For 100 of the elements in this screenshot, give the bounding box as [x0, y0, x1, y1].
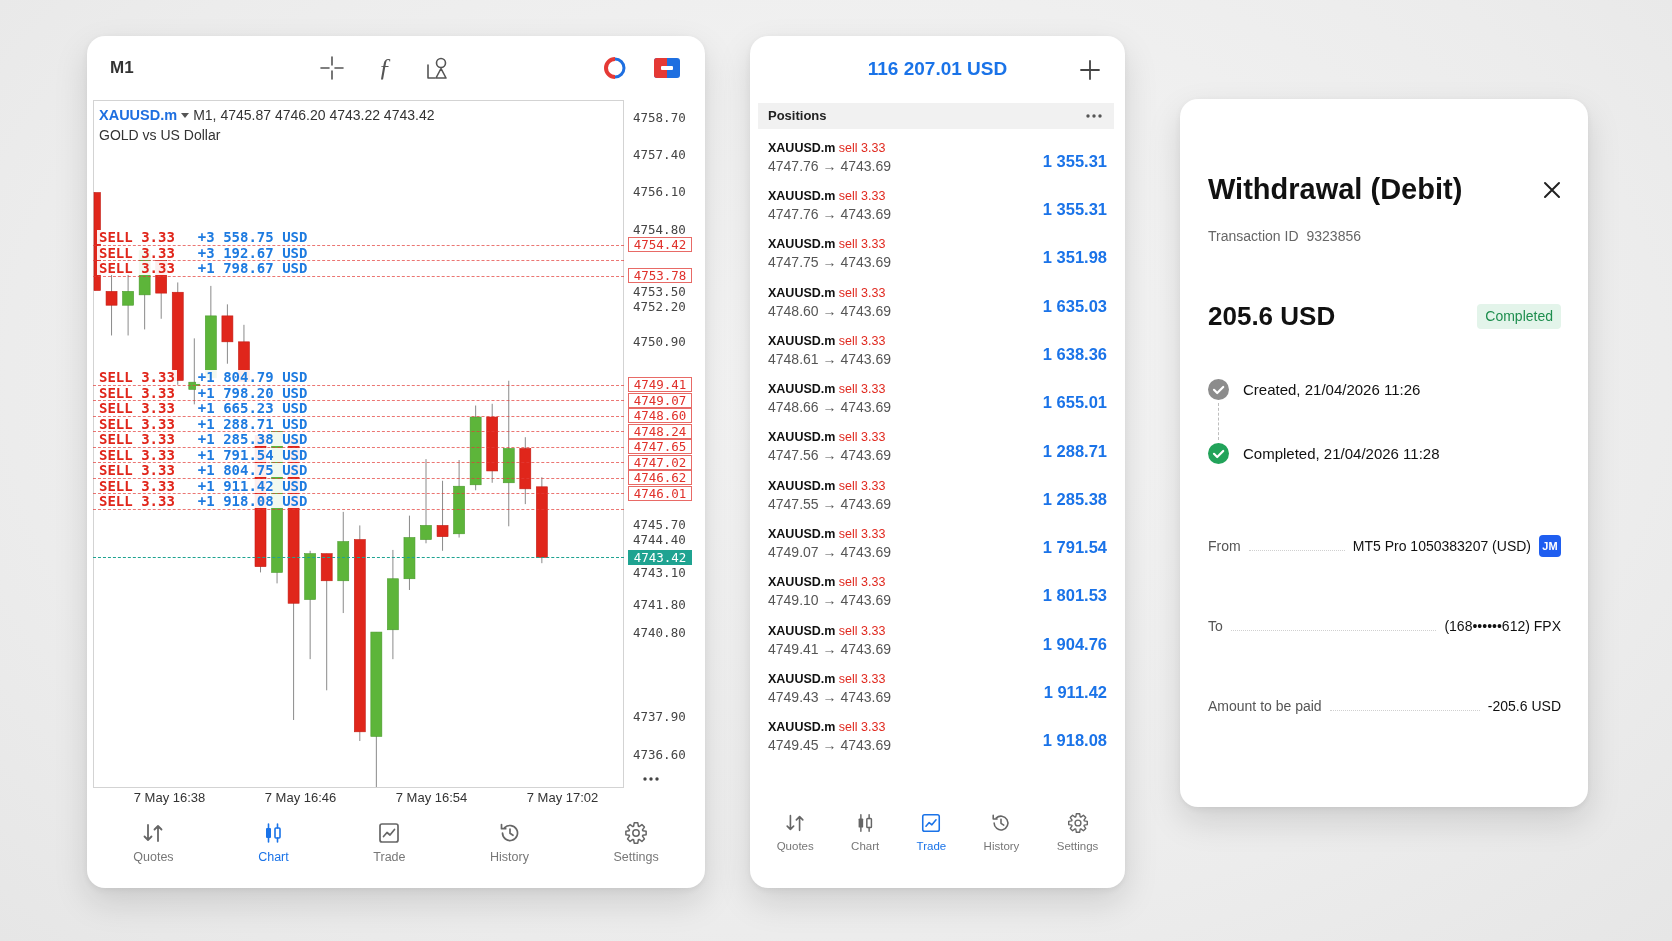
- profit-label: +1 804.79 USD: [195, 370, 310, 385]
- time-axis-label: 7 May 16:54: [395, 789, 468, 807]
- detail-value: MT5 Pro 1050383207 (USD): [1352, 537, 1531, 555]
- shapes-icon[interactable]: [425, 56, 450, 80]
- current-price-tag: 4743.42: [628, 549, 692, 565]
- position-title[interactable]: XAUUSD.m sell 3.33: [768, 428, 891, 447]
- caret-icon[interactable]: [181, 112, 190, 118]
- profit-label: +1 288.71 USD: [195, 416, 310, 431]
- position-profit: 1 655.01: [1042, 392, 1107, 414]
- transaction-id: 9323856: [1306, 227, 1362, 245]
- profit-label: +1 804.75 USD: [195, 463, 310, 478]
- profit-label: +1 911.42 USD: [195, 478, 310, 493]
- plus-icon[interactable]: [1080, 59, 1100, 80]
- position-title[interactable]: XAUUSD.m sell 3.33: [768, 525, 891, 543]
- position-prices: 4748.66 → 4743.69: [768, 398, 891, 418]
- position-profit: 1 918.08: [1042, 730, 1107, 752]
- order-label: SELL 3.33: [97, 447, 177, 462]
- nav-tab[interactable]: Settings: [1056, 812, 1099, 853]
- order-label: SELL 3.33: [97, 385, 177, 400]
- balance-label: 116 207.01 USD: [867, 57, 1008, 82]
- position-title[interactable]: XAUUSD.m sell 3.33: [768, 718, 891, 737]
- order-price-tag: 4754.42: [628, 237, 692, 253]
- position-title[interactable]: XAUUSD.m sell 3.33: [768, 138, 891, 157]
- nav-tab[interactable]: Trade: [916, 812, 947, 853]
- timeline-text: Completed, 21/04/2026 11:28: [1243, 444, 1440, 464]
- position-title[interactable]: XAUUSD.m sell 3.33: [768, 331, 891, 350]
- position-profit: 1 351.98: [1042, 247, 1107, 269]
- profit-label: +1 285.38 USD: [195, 432, 310, 447]
- ring-icon[interactable]: [603, 56, 627, 80]
- nav-tab[interactable]: Quotes: [133, 821, 174, 864]
- price-axis-label: 4736.60: [633, 746, 686, 762]
- price-axis-label: 4752.20: [633, 299, 686, 315]
- order-label: SELL 3.33: [97, 261, 177, 276]
- order-price-tag: 4746.62: [628, 470, 692, 486]
- price-axis-label: 4757.40: [633, 146, 686, 162]
- position-title[interactable]: XAUUSD.m sell 3.33: [768, 186, 891, 205]
- symbol-label[interactable]: XAUUSD.m: [99, 106, 178, 124]
- nav-tab[interactable]: Quotes: [776, 812, 814, 853]
- price-axis-label: 4750.90: [633, 334, 686, 350]
- tile-icon[interactable]: [654, 58, 680, 78]
- position-prices: 4747.75 → 4743.69: [768, 253, 891, 273]
- position-profit: 1 791.54: [1042, 537, 1107, 559]
- profit-label: +1 665.23 USD: [195, 401, 310, 416]
- arrows-icon: [784, 812, 807, 834]
- position-title[interactable]: XAUUSD.m sell 3.33: [768, 621, 891, 640]
- position-prices: 4749.45 → 4743.69: [768, 736, 891, 756]
- position-prices: 4749.07 → 4743.69: [768, 543, 891, 562]
- position-prices: 4749.41 → 4743.69: [768, 639, 891, 659]
- position-title[interactable]: XAUUSD.m sell 3.33: [768, 283, 891, 302]
- position-title[interactable]: XAUUSD.m sell 3.33: [768, 573, 891, 592]
- position-profit: 1 635.03: [1042, 295, 1107, 317]
- position-title[interactable]: XAUUSD.m sell 3.33: [768, 669, 891, 688]
- nav-tab[interactable]: Chart: [851, 812, 880, 853]
- position-prices: 4748.60 → 4743.69: [768, 301, 891, 321]
- crosshair-icon[interactable]: [319, 56, 344, 80]
- order-price-tag: 4753.78: [628, 268, 692, 284]
- price-axis-label: 4743.10: [633, 565, 686, 581]
- description-label: GOLD vs US Dollar: [99, 126, 222, 144]
- time-axis-label: 7 May 16:46: [264, 789, 337, 807]
- close-icon[interactable]: [1543, 180, 1561, 199]
- nav-tab[interactable]: Trade: [373, 821, 406, 864]
- nav-tab[interactable]: Settings: [613, 821, 659, 864]
- order-label: SELL 3.33: [97, 432, 177, 447]
- position-profit: 1 911.42: [1043, 682, 1107, 704]
- order-price-tag: 4749.07: [628, 392, 692, 408]
- order-label: SELL 3.33: [97, 401, 177, 416]
- order-label: SELL 3.33: [97, 230, 177, 245]
- nav-tab[interactable]: Chart: [258, 821, 289, 864]
- order-label: SELL 3.33: [97, 245, 177, 260]
- position-title[interactable]: XAUUSD.m sell 3.33: [768, 476, 891, 495]
- section-title: Positions: [768, 107, 827, 126]
- price-axis-label: 4744.40: [633, 532, 686, 548]
- profit-label: +1 798.67 USD: [195, 261, 310, 276]
- detail-label: From: [1208, 537, 1241, 555]
- function-button[interactable]: ƒ: [372, 54, 397, 82]
- position-profit: 1 285.38: [1042, 488, 1107, 510]
- position-prices: 4747.55 → 4743.69: [768, 494, 891, 514]
- order-price-tag: 4749.41: [628, 377, 692, 393]
- nav-tab[interactable]: History: [983, 812, 1020, 853]
- timeline-text: Created, 21/04/2026 11:26: [1243, 380, 1421, 400]
- detail-value: (168••••••612) FPX: [1444, 617, 1561, 635]
- position-prices: 4748.61 → 4743.69: [768, 349, 891, 369]
- position-prices: 4747.76 → 4743.69: [768, 156, 891, 176]
- more-icon[interactable]: [643, 777, 659, 781]
- profit-label: +1 798.20 USD: [195, 385, 310, 400]
- nav-tab[interactable]: History: [490, 821, 529, 864]
- line-chart-icon: [377, 821, 402, 845]
- price-axis-label: 4758.70: [633, 109, 686, 125]
- timeframe-button[interactable]: M1: [110, 58, 134, 78]
- ohlc-label: M1, 4745.87 4746.20 4743.22 4743.42: [193, 106, 435, 124]
- transaction-label: Transaction ID: [1208, 227, 1299, 245]
- dialog-title: Withdrawal (Debit): [1208, 172, 1463, 207]
- more-icon[interactable]: [1086, 114, 1102, 118]
- detail-label: To: [1208, 617, 1223, 635]
- position-title[interactable]: XAUUSD.m sell 3.33: [768, 380, 891, 399]
- profit-label: +1 918.08 USD: [195, 494, 310, 509]
- position-title[interactable]: XAUUSD.m sell 3.33: [768, 235, 891, 254]
- order-label: SELL 3.33: [97, 494, 177, 509]
- account-badge: JM: [1539, 535, 1561, 557]
- price-axis-label: 4740.80: [633, 625, 686, 641]
